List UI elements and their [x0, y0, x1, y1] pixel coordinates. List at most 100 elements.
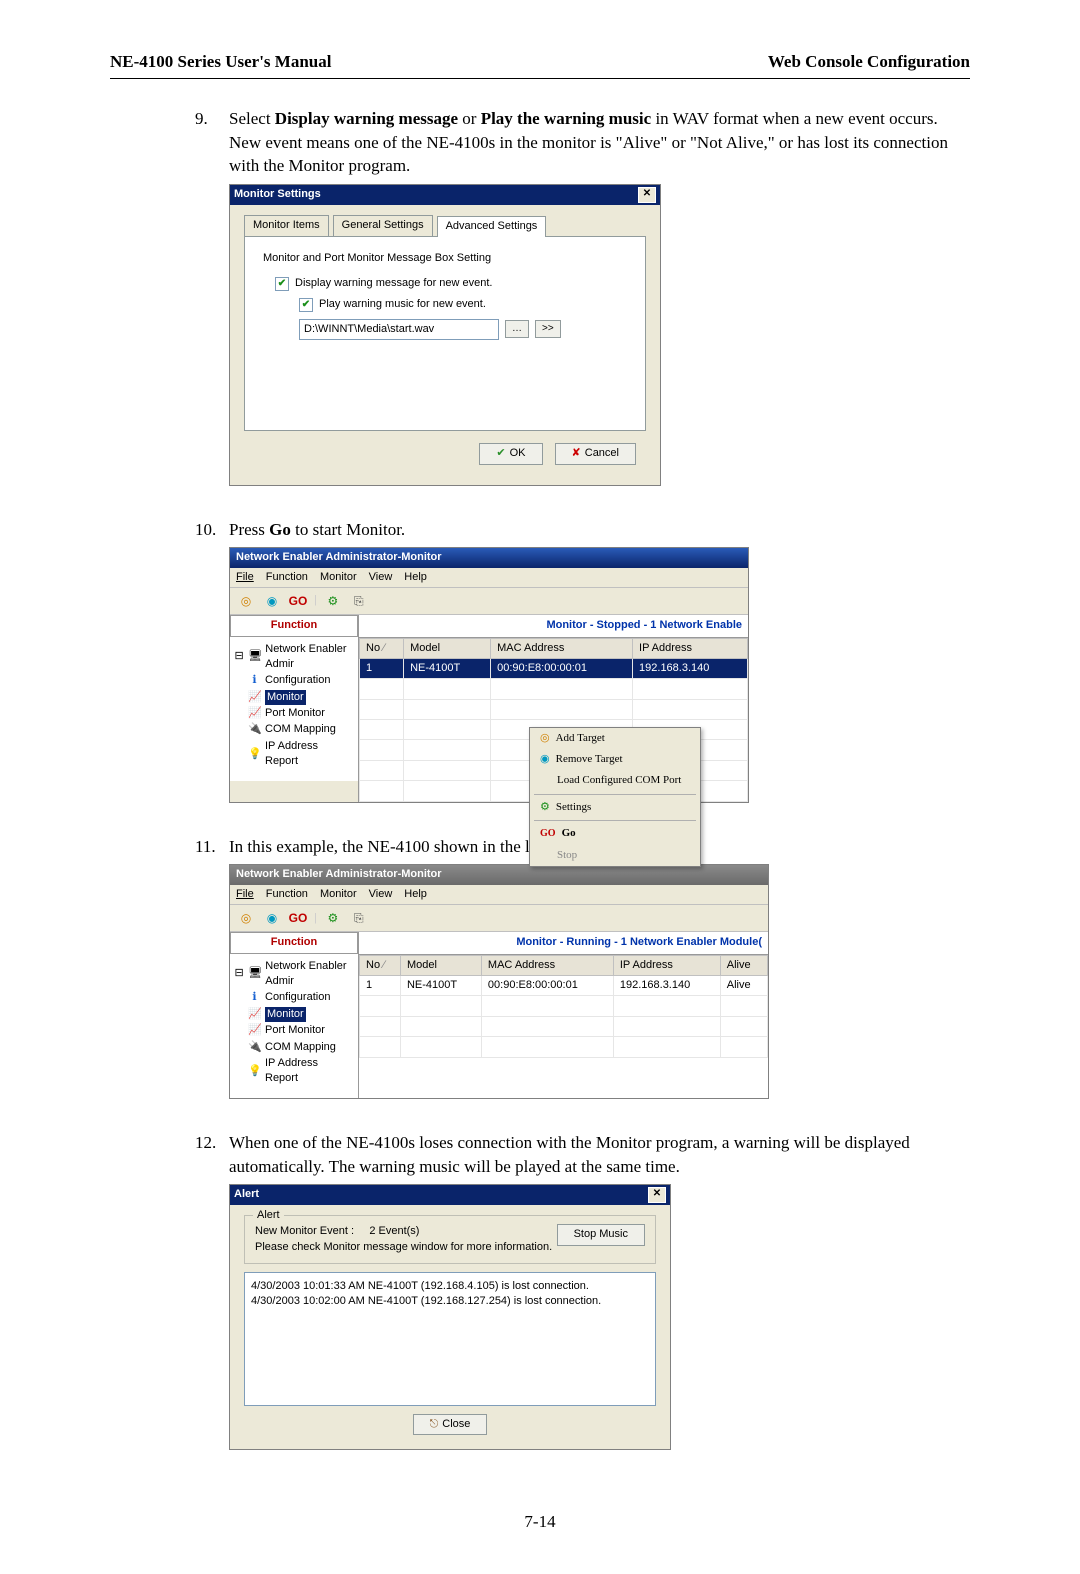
tree-port-monitor[interactable]: Port Monitor [265, 706, 325, 721]
menubar: File Function Monitor View Help [230, 885, 768, 905]
menubar: File Function Monitor View Help [230, 568, 748, 588]
table-row[interactable] [360, 1016, 768, 1036]
tree-com-mapping-icon: 🔌 [248, 722, 261, 737]
check-icon: ✔ [496, 446, 505, 461]
table-row[interactable]: 1 NE-4100T 00:90:E8:00:00:01 192.168.3.1… [360, 658, 748, 678]
toolbar-remove-icon[interactable]: ◉ [262, 591, 282, 611]
tree-ip-report[interactable]: IP Address Report [265, 739, 354, 770]
menu-help[interactable]: Help [404, 887, 427, 902]
tree-port-monitor[interactable]: Port Monitor [265, 1023, 325, 1038]
tree-com-mapping[interactable]: COM Mapping [265, 722, 336, 737]
tree-ip-report-icon: 💡 [248, 747, 261, 762]
table-row[interactable] [360, 699, 748, 719]
tree-ip-report[interactable]: IP Address Report [265, 1056, 354, 1087]
cell-model: NE-4100T [404, 658, 491, 678]
monitor-status-running: Monitor - Running - 1 Network Enabler Mo… [359, 932, 768, 954]
step-9-bold-a: Display warning message [275, 109, 458, 128]
menu-go[interactable]: GOGo [530, 823, 700, 844]
tree-root[interactable]: Network Enabler Admir [265, 959, 354, 990]
menu-function[interactable]: Function [266, 570, 308, 585]
toolbar-go-icon[interactable]: GO [288, 908, 308, 928]
close-button[interactable]: ⎋ Close [413, 1414, 488, 1435]
step-10-text-a: Press [229, 520, 269, 539]
tree-port-monitor-icon: 📈 [248, 1023, 261, 1038]
tree-monitor[interactable]: Monitor [265, 690, 306, 705]
menu-monitor[interactable]: Monitor [320, 570, 357, 585]
menu-load-com[interactable]: Load Configured COM Port [530, 770, 700, 791]
alert-dialog: Alert ✕ Alert New Monitor Event : [229, 1184, 671, 1450]
menu-monitor[interactable]: Monitor [320, 887, 357, 902]
menu-view[interactable]: View [369, 887, 393, 902]
door-icon: ⎋ [430, 1417, 439, 1432]
menu-add-target[interactable]: ◎Add Target [530, 728, 700, 749]
step-12-text: When one of the NE-4100s loses connectio… [229, 1133, 910, 1176]
tree-collapse-icon[interactable]: ⊟ [234, 649, 244, 664]
toolbar-target-icon[interactable]: ◎ [236, 908, 256, 928]
tree-monitor-icon: 📈 [248, 690, 261, 705]
menu-settings[interactable]: ⚙Settings [530, 797, 700, 818]
step-9-num: 9. [195, 107, 229, 131]
col-ip[interactable]: IP Address [613, 955, 720, 975]
menu-help[interactable]: Help [404, 570, 427, 585]
stop-music-button[interactable]: Stop Music [557, 1224, 645, 1245]
admin-titlebar: Network Enabler Administrator-Monitor [230, 548, 748, 567]
close-icon[interactable]: ✕ [648, 1187, 666, 1203]
tree-collapse-icon[interactable]: ⊟ [234, 966, 244, 981]
admin-titlebar-inactive: Network Enabler Administrator-Monitor [230, 865, 768, 884]
tree-configuration[interactable]: Configuration [265, 673, 330, 688]
alert-instruction: Please check Monitor message window for … [255, 1241, 552, 1253]
tree-root[interactable]: Network Enabler Admir [265, 642, 354, 673]
tree-com-mapping[interactable]: COM Mapping [265, 1040, 336, 1055]
toolbar-remove-icon[interactable]: ◉ [262, 908, 282, 928]
table-row[interactable]: 1 NE-4100T 00:90:E8:00:00:01 192.168.3.1… [360, 975, 768, 995]
col-model[interactable]: Model [404, 638, 491, 658]
menu-function[interactable]: Function [266, 887, 308, 902]
monitor-status-stopped: Monitor - Stopped - 1 Network Enable [359, 615, 748, 637]
toolbar-settings-icon[interactable]: ⚙ [323, 591, 343, 611]
step-12-num: 12. [195, 1131, 229, 1155]
toolbar-exit-icon[interactable]: ⎘ [349, 591, 369, 611]
header-rule [110, 78, 970, 79]
alert-event-label: New Monitor Event : [255, 1225, 354, 1237]
tab-monitor-items[interactable]: Monitor Items [244, 215, 329, 235]
table-row[interactable] [360, 996, 768, 1016]
ok-button[interactable]: ✔ OK [479, 443, 542, 464]
cancel-button[interactable]: ✘Cancel [555, 443, 636, 464]
menu-view[interactable]: View [369, 570, 393, 585]
col-model[interactable]: Model [400, 955, 481, 975]
cell-no: 1 [360, 975, 401, 995]
col-mac[interactable]: MAC Address [491, 638, 633, 658]
checkbox-play-music[interactable]: ✔ [299, 298, 313, 312]
tree-ip-report-icon: 💡 [248, 1064, 261, 1079]
alert-group: Alert New Monitor Event : 2 Event(s) Ple… [244, 1215, 656, 1264]
col-alive[interactable]: Alive [720, 955, 767, 975]
col-ip[interactable]: IP Address [633, 638, 748, 658]
admin-window-running: Network Enabler Administrator-Monitor Fi… [229, 864, 769, 1098]
table-row[interactable] [360, 1037, 768, 1057]
context-menu: ◎Add Target ◉Remove Target Load Configur… [529, 727, 701, 867]
ok-button-label: OK [510, 446, 526, 461]
close-icon[interactable]: ✕ [638, 187, 656, 203]
tree-configuration[interactable]: Configuration [265, 990, 330, 1005]
wav-path-input[interactable]: D:\WINNT\Media\start.wav [299, 319, 499, 340]
menu-file[interactable]: File [236, 887, 254, 902]
alert-log[interactable]: 4/30/2003 10:01:33 AM NE-4100T (192.168.… [244, 1272, 656, 1406]
col-mac[interactable]: MAC Address [481, 955, 613, 975]
toolbar-exit-icon[interactable]: ⎘ [349, 908, 369, 928]
toolbar-target-icon[interactable]: ◎ [236, 591, 256, 611]
tree-monitor[interactable]: Monitor [265, 1007, 306, 1022]
play-button[interactable]: >> [535, 320, 561, 338]
table-row[interactable] [360, 679, 748, 699]
checkbox-display-warning[interactable]: ✔ [275, 277, 289, 291]
tab-advanced-settings[interactable]: Advanced Settings [437, 216, 547, 236]
tab-general-settings[interactable]: General Settings [333, 215, 433, 235]
col-no[interactable]: No ∕ [360, 955, 401, 975]
toolbar-settings-icon[interactable]: ⚙ [323, 908, 343, 928]
cell-mac: 00:90:E8:00:00:01 [491, 658, 633, 678]
browse-button[interactable]: … [505, 320, 529, 338]
menu-remove-target[interactable]: ◉Remove Target [530, 749, 700, 770]
col-no[interactable]: No ∕ [360, 638, 404, 658]
tablist: Monitor Items General Settings Advanced … [244, 215, 646, 235]
menu-file[interactable]: File [236, 570, 254, 585]
toolbar-go-icon[interactable]: GO [288, 591, 308, 611]
